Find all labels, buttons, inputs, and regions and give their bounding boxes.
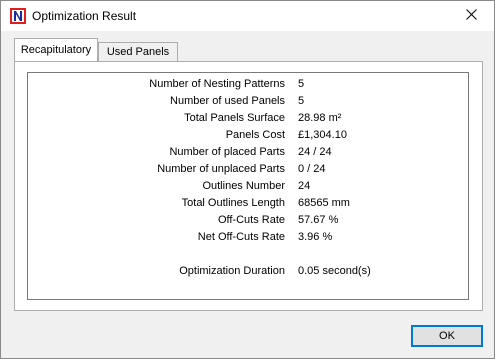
close-icon: [465, 9, 477, 23]
summary-row: Number of unplaced Parts 0 / 24: [28, 163, 468, 177]
row-label: Total Panels Surface: [184, 112, 285, 124]
duration-value: 0.05 second(s): [298, 265, 371, 277]
tab-used-panels[interactable]: Used Panels: [98, 42, 178, 61]
row-value: 0 / 24: [298, 163, 326, 175]
row-value: £1,304.10: [298, 129, 347, 141]
summary-row: Total Outlines Length 68565 mm: [28, 197, 468, 211]
tab-panel-recapitulatory: Number of Nesting Patterns 5 Number of u…: [14, 61, 483, 311]
row-value: 5: [298, 95, 305, 107]
summary-row: Net Off-Cuts Rate 3.96 %: [28, 231, 468, 245]
row-label: Net Off-Cuts Rate: [197, 231, 285, 243]
window-title: Optimization Result: [32, 9, 137, 23]
duration-row: Optimization Duration 0.05 second(s): [28, 265, 468, 279]
ok-button[interactable]: OK: [411, 325, 483, 347]
row-label: Total Outlines Length: [181, 197, 285, 209]
row-label: Panels Cost: [225, 129, 285, 141]
row-value: 68565 mm: [298, 197, 350, 209]
summary-group: Number of Nesting Patterns 5 Number of u…: [27, 72, 469, 300]
tab-label: Used Panels: [106, 46, 170, 58]
row-label: Number of Nesting Patterns: [149, 78, 285, 90]
tab-recapitulatory[interactable]: Recapitulatory: [14, 38, 98, 61]
row-value: 24 / 24: [298, 146, 332, 158]
summary-row: Off-Cuts Rate 57.67 %: [28, 214, 468, 228]
row-label: Outlines Number: [202, 180, 285, 192]
summary-row: Number of used Panels 5: [28, 95, 468, 109]
row-value: 5: [298, 78, 305, 90]
title-bar: Optimization Result: [1, 1, 494, 31]
app-logo-icon: [10, 8, 26, 24]
duration-label: Optimization Duration: [179, 265, 285, 277]
summary-row: Number of Nesting Patterns 5: [28, 78, 468, 92]
row-value: 28.98 m²: [298, 112, 342, 124]
row-value: 57.67 %: [298, 214, 339, 226]
close-button[interactable]: [448, 1, 494, 31]
row-label: Number of used Panels: [170, 95, 285, 107]
row-label: Number of placed Parts: [169, 146, 285, 158]
summary-row: Number of placed Parts 24 / 24: [28, 146, 468, 160]
summary-row: Total Panels Surface 28.98 m²: [28, 112, 468, 126]
summary-row: Outlines Number 24: [28, 180, 468, 194]
row-value: 3.96 %: [298, 231, 333, 243]
tab-label: Recapitulatory: [20, 44, 92, 56]
optimization-result-dialog: Optimization Result Recapitulatory Used …: [0, 0, 495, 359]
row-label: Off-Cuts Rate: [217, 214, 285, 226]
row-value: 24: [298, 180, 311, 192]
summary-row: Panels Cost £1,304.10: [28, 129, 468, 143]
row-label: Number of unplaced Parts: [157, 163, 285, 175]
